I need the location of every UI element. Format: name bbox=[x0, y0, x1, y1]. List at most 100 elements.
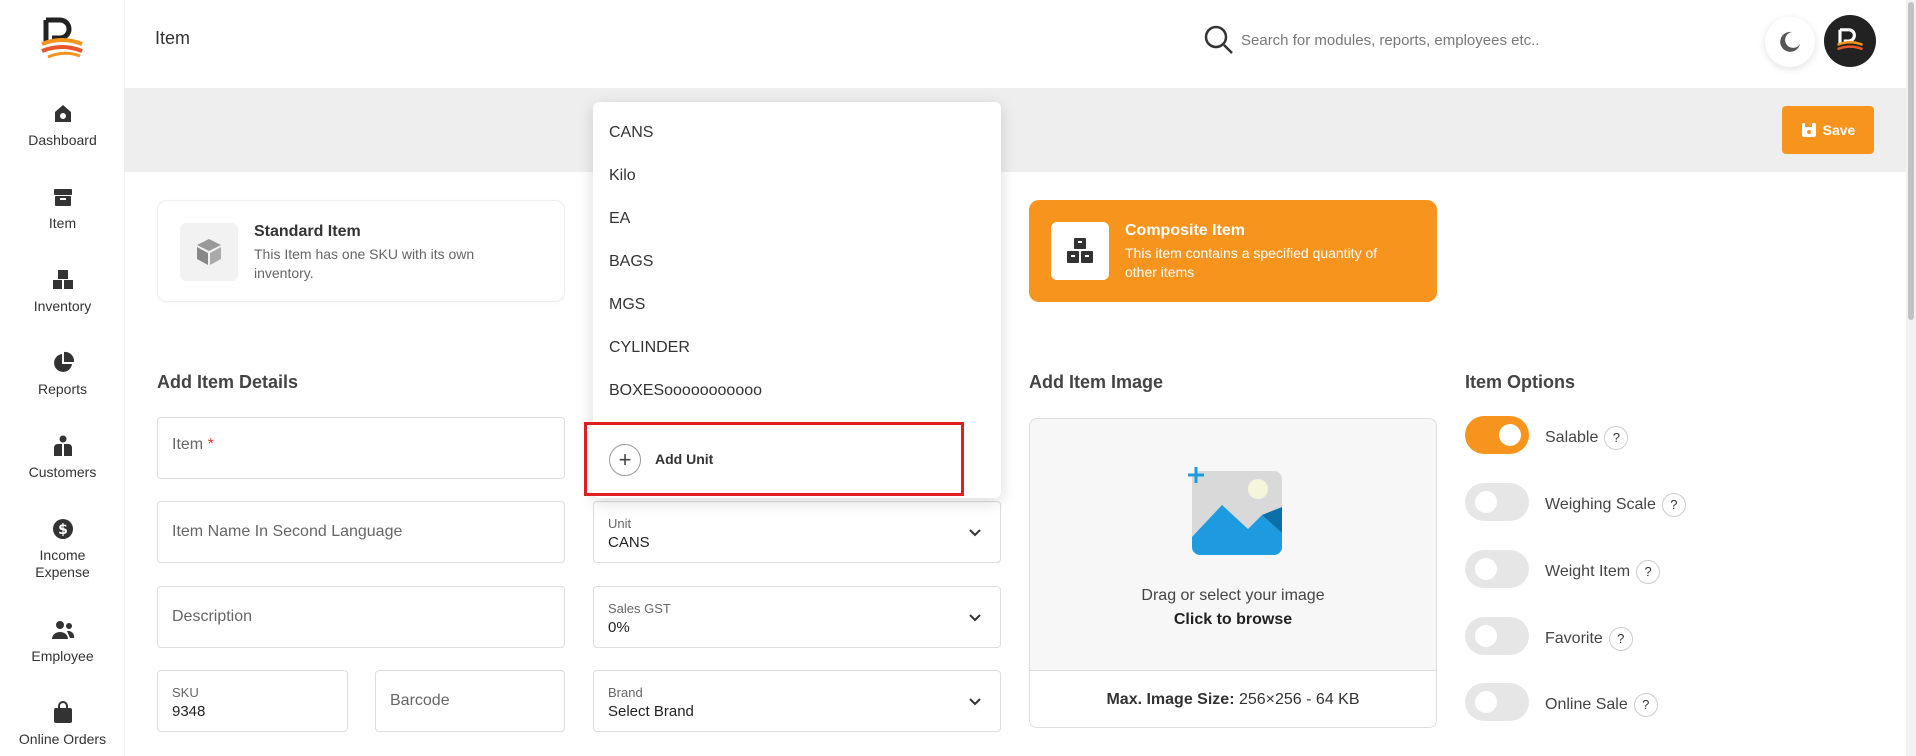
required-mark: * bbox=[207, 436, 214, 453]
sidebar-item-label: Inventory bbox=[33, 298, 92, 314]
sidebar-item-label: Reports bbox=[37, 381, 88, 397]
scrollbar-thumb[interactable] bbox=[1908, 2, 1914, 320]
sidebar-item-label: Customers bbox=[28, 464, 97, 480]
salable-toggle[interactable] bbox=[1465, 416, 1529, 454]
sidebar-item-employee[interactable]: Employee bbox=[0, 618, 125, 688]
inventory-boxes-icon bbox=[52, 270, 73, 289]
save-button[interactable]: Save bbox=[1782, 106, 1874, 154]
weight-item-toggle[interactable] bbox=[1465, 550, 1529, 588]
unit-option[interactable]: Kilo bbox=[609, 167, 636, 185]
unit-option[interactable]: BAGS bbox=[609, 253, 653, 271]
weighing-scale-toggle[interactable] bbox=[1465, 483, 1529, 521]
avatar-logo-icon bbox=[1837, 28, 1863, 51]
sales-gst-value: 0% bbox=[608, 619, 630, 636]
item-box-icon bbox=[53, 189, 72, 206]
sidebar-item-dashboard[interactable]: Dashboard bbox=[0, 102, 125, 172]
help-icon[interactable]: ? bbox=[1636, 560, 1661, 584]
item-name-field[interactable]: Item * bbox=[157, 417, 565, 479]
page-scrollbar[interactable] bbox=[1906, 0, 1916, 756]
composite-item-icon-wrap bbox=[1051, 222, 1109, 280]
composite-item-title: Composite Item bbox=[1125, 222, 1246, 239]
image-upload-dropzone[interactable]: Drag or select your image Click to brows… bbox=[1029, 418, 1437, 728]
option-label: Favorite? bbox=[1545, 627, 1633, 651]
search-input[interactable] bbox=[1241, 24, 1581, 56]
sku-value: 9348 bbox=[172, 703, 206, 720]
sku-field[interactable]: SKU 9348 bbox=[157, 670, 348, 732]
sidebar: Dashboard Item Inventory Reports Custome… bbox=[0, 0, 125, 756]
option-label: Salable? bbox=[1545, 426, 1629, 450]
help-icon[interactable]: ? bbox=[1633, 693, 1658, 717]
user-avatar[interactable] bbox=[1824, 15, 1876, 67]
unit-option[interactable]: BOXESooooooooooo bbox=[609, 382, 762, 400]
sidebar-item-income-expense[interactable]: $ Income Expense bbox=[0, 517, 125, 587]
description-input[interactable] bbox=[158, 587, 564, 647]
theme-toggle-button[interactable] bbox=[1765, 17, 1815, 67]
add-unit-button[interactable]: + Add Unit bbox=[584, 422, 964, 496]
item-image-heading: Add Item Image bbox=[1029, 372, 1164, 392]
option-label: Weight Item? bbox=[1545, 560, 1661, 584]
standard-item-description: This Item has one SKU with its own inven… bbox=[254, 246, 475, 281]
item-options-heading: Item Options bbox=[1465, 372, 1576, 392]
chevron-down-icon bbox=[969, 698, 981, 706]
shopping-bag-icon bbox=[53, 701, 72, 723]
option-label: Online Sale? bbox=[1545, 693, 1658, 717]
unit-dropdown-menu: CANS Kilo EA BAGS MGS CYLINDER BOXESoooo… bbox=[584, 102, 1001, 498]
item-name-label: Item * bbox=[172, 436, 214, 453]
dashboard-icon bbox=[54, 105, 71, 122]
customers-icon bbox=[53, 435, 72, 456]
help-icon[interactable]: ? bbox=[1604, 426, 1629, 450]
option-label: Weighing Scale? bbox=[1545, 493, 1686, 517]
standard-item-title: Standard Item bbox=[254, 223, 361, 240]
drag-image-text: Drag or select your image bbox=[1141, 587, 1325, 604]
page-title: Item bbox=[155, 28, 191, 48]
standard-item-card[interactable]: Standard Item This Item has one SKU with… bbox=[157, 200, 565, 302]
plus-icon: + bbox=[609, 444, 641, 476]
unit-option[interactable]: MGS bbox=[609, 296, 645, 314]
dollar-icon: $ bbox=[52, 519, 73, 539]
unit-option[interactable]: EA bbox=[609, 210, 630, 228]
sidebar-item-item[interactable]: Item bbox=[0, 185, 125, 255]
browse-link[interactable]: Click to browse bbox=[1030, 611, 1436, 629]
brand-logo[interactable] bbox=[38, 16, 86, 60]
help-icon[interactable]: ? bbox=[1661, 493, 1686, 517]
top-header: Item bbox=[125, 0, 1916, 88]
main-content: Standard Item This Item has one SKU with… bbox=[125, 172, 1916, 756]
sidebar-item-inventory[interactable]: Inventory bbox=[0, 268, 125, 338]
add-unit-label: Add Unit bbox=[655, 451, 714, 467]
search-icon[interactable] bbox=[1203, 24, 1235, 56]
svg-text:$: $ bbox=[58, 522, 68, 538]
sidebar-item-reports[interactable]: Reports bbox=[0, 351, 125, 421]
barcode-input[interactable] bbox=[376, 671, 564, 731]
item-details-heading: Add Item Details bbox=[157, 372, 299, 392]
sidebar-item-label: Item bbox=[48, 215, 77, 231]
chevron-down-icon bbox=[969, 529, 981, 537]
favorite-toggle[interactable] bbox=[1465, 617, 1529, 655]
second-language-input[interactable] bbox=[158, 502, 564, 562]
stacked-boxes-icon bbox=[1067, 238, 1093, 263]
sidebar-item-label: Online Orders bbox=[18, 731, 107, 747]
max-image-size: Max. Image Size: 256×256 - 64 KB bbox=[1030, 670, 1436, 727]
action-toolbar: Save bbox=[125, 88, 1916, 172]
unit-label: Unit bbox=[608, 516, 632, 531]
add-image-icon bbox=[1188, 467, 1282, 555]
moon-icon bbox=[1780, 31, 1800, 52]
unit-option[interactable]: CANS bbox=[609, 124, 653, 142]
barcode-field[interactable] bbox=[375, 670, 565, 732]
help-icon[interactable]: ? bbox=[1608, 627, 1633, 651]
brand-select[interactable]: Brand Select Brand bbox=[593, 670, 1001, 732]
description-field[interactable] bbox=[157, 586, 565, 648]
unit-option[interactable]: CYLINDER bbox=[609, 339, 690, 357]
sales-gst-select[interactable]: Sales GST 0% bbox=[593, 586, 1001, 648]
chevron-down-icon bbox=[969, 614, 981, 622]
online-sale-toggle[interactable] bbox=[1465, 683, 1529, 721]
composite-item-card[interactable]: Composite Item This item contains a spec… bbox=[1029, 200, 1437, 302]
second-language-field[interactable] bbox=[157, 501, 565, 563]
sidebar-item-customers[interactable]: Customers bbox=[0, 434, 125, 504]
unit-select[interactable]: Unit CANS bbox=[593, 501, 1001, 563]
unit-value: CANS bbox=[608, 534, 650, 551]
cube-icon bbox=[197, 239, 221, 265]
brand-value: Select Brand bbox=[608, 703, 694, 720]
employee-icon bbox=[51, 621, 74, 639]
sidebar-item-online-orders[interactable]: Online Orders bbox=[0, 701, 125, 756]
sidebar-item-label: Income Expense bbox=[35, 547, 90, 580]
